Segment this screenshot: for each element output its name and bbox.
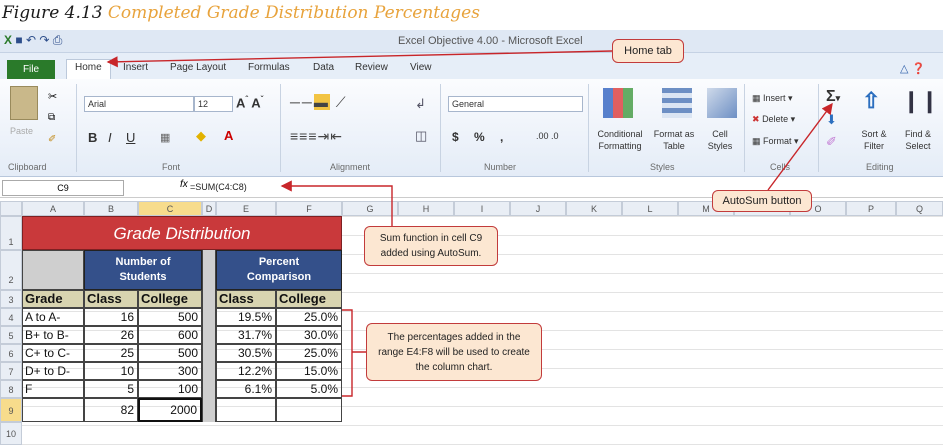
arrow-autosum [767,102,833,191]
arrow-sum-function [280,180,393,226]
bracket-percentages [342,309,366,397]
arrow-home-tab [106,50,613,68]
callout-arrows [106,50,833,397]
